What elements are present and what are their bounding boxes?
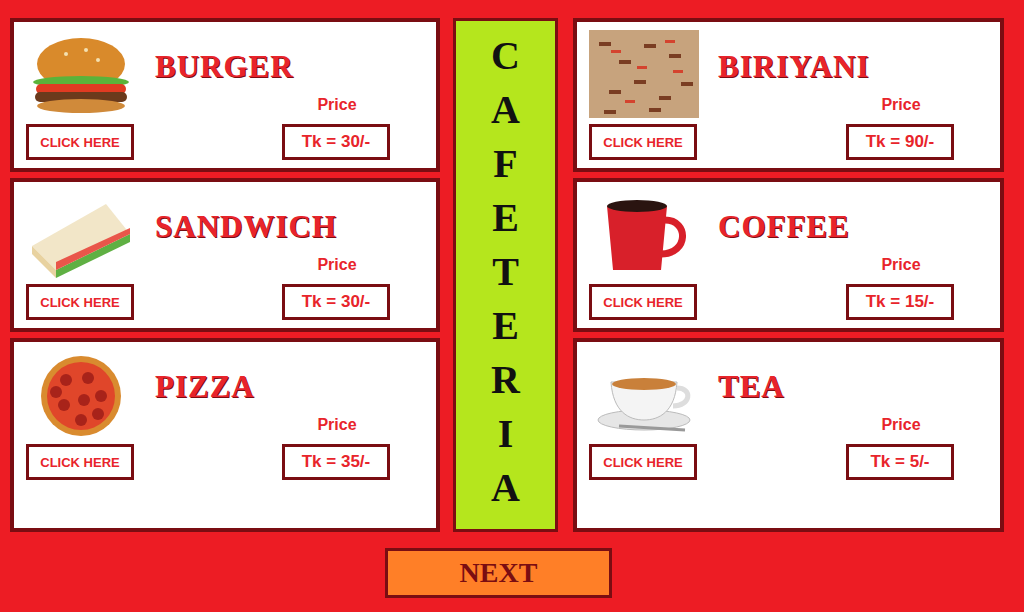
price-box: Tk = 35/-: [282, 444, 390, 480]
click-here-button[interactable]: CLICK HERE: [26, 124, 134, 160]
price-box: Tk = 30/-: [282, 284, 390, 320]
price-label: Price: [846, 256, 956, 278]
click-here-button[interactable]: CLICK HERE: [589, 124, 697, 160]
item-name: TEA: [714, 370, 956, 410]
price-label: Price: [282, 256, 392, 278]
title-banner: CAFETERIA: [453, 18, 558, 532]
burger-icon: [26, 30, 136, 118]
click-here-button[interactable]: CLICK HERE: [589, 284, 697, 320]
menu-card: BIRIYANI Price CLICK HERE Tk = 90/-: [573, 18, 1004, 172]
menu-card: COFFEE Price CLICK HERE Tk = 15/-: [573, 178, 1004, 332]
item-name: BIRIYANI: [714, 50, 956, 90]
left-column: BURGER Price CLICK HERE Tk = 30/- SANDWI…: [10, 18, 440, 532]
next-button[interactable]: NEXT: [385, 548, 612, 598]
price-label: Price: [846, 416, 956, 438]
sandwich-icon: [26, 190, 136, 278]
tea-icon: [589, 350, 699, 438]
title: CAFETERIA: [486, 29, 526, 529]
menu-card: SANDWICH Price CLICK HERE Tk = 30/-: [10, 178, 440, 332]
item-name: SANDWICH: [151, 210, 392, 250]
price-label: Price: [282, 416, 392, 438]
pizza-icon: [26, 350, 136, 438]
click-here-button[interactable]: CLICK HERE: [589, 444, 697, 480]
click-here-button[interactable]: CLICK HERE: [26, 444, 134, 480]
price-label: Price: [846, 96, 956, 118]
price-box: Tk = 5/-: [846, 444, 954, 480]
menu-card: BURGER Price CLICK HERE Tk = 30/-: [10, 18, 440, 172]
price-box: Tk = 30/-: [282, 124, 390, 160]
price-box: Tk = 15/-: [846, 284, 954, 320]
click-here-button[interactable]: CLICK HERE: [26, 284, 134, 320]
price-label: Price: [282, 96, 392, 118]
cafeteria-page: BURGER Price CLICK HERE Tk = 30/- SANDWI…: [0, 0, 1024, 612]
item-name: COFFEE: [714, 210, 956, 250]
menu-card: TEA Price CLICK HERE Tk = 5/-: [573, 338, 1004, 532]
price-box: Tk = 90/-: [846, 124, 954, 160]
coffee-icon: [589, 190, 699, 278]
biriyani-icon: [589, 30, 699, 118]
item-name: PIZZA: [151, 370, 392, 410]
item-name: BURGER: [151, 50, 392, 90]
menu-card: PIZZA Price CLICK HERE Tk = 35/-: [10, 338, 440, 532]
right-column: BIRIYANI Price CLICK HERE Tk = 90/- COFF…: [573, 18, 1004, 532]
